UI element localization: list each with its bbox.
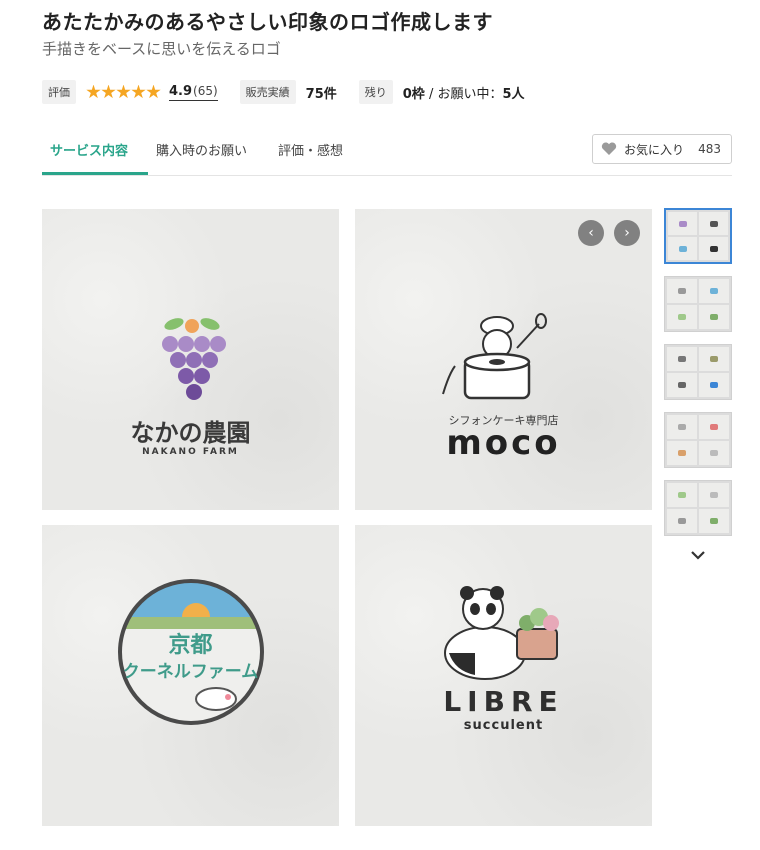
favorite-label: お気に入り [624,142,685,157]
star-icon [116,84,131,99]
remain-tag: 残り [358,80,393,104]
panda-logo [444,586,559,680]
heart-icon [601,142,617,156]
remain-slots: 0枠 [402,86,425,102]
remain-people: 5人 [502,86,525,102]
star-icon [86,84,101,99]
rating-count: (65) [193,83,218,98]
rating-stars [86,84,161,100]
sales-value: 75件 [305,86,337,102]
service-subtitle: 手描きをベースに思いを伝えるロゴ [42,40,281,58]
chevron-left-icon[interactable]: ‹ [578,220,604,246]
gallery-image-moco[interactable]: シフォンケーキ専門店 moco [355,209,652,510]
chevron-down-icon[interactable] [688,545,708,565]
rating-link[interactable]: 4.9 (65) [169,84,218,101]
rating-value: 4.9 [169,83,193,99]
thumbnail-5[interactable] [664,480,732,536]
thumbnail-4[interactable] [664,412,732,468]
star-icon [146,84,161,99]
favorite-count: 483 [698,142,721,156]
thumbnail-2[interactable] [664,276,732,332]
logo-text-en: moco [446,423,561,463]
tab-reviews[interactable]: 評価・感想 [278,140,343,159]
tab-service-content[interactable]: サービス内容 [50,140,128,159]
gallery-image-libre[interactable]: LIBRE succulent [355,525,652,826]
tab-purchase-request[interactable]: 購入時のお願い [156,140,247,159]
logo-text-en: NAKANO FARM [142,447,239,457]
logo-text-jp: 京都 [168,633,213,658]
sales-tag: 販売実績 [239,80,296,104]
logo-text-en: クーネルファーム [122,662,259,682]
favorite-button[interactable]: お気に入り 483 [592,134,732,164]
chevron-right-icon[interactable]: › [614,220,640,246]
thumbnail-1[interactable] [664,208,732,264]
gallery-image-kyoto[interactable]: 京都 クーネルファーム [42,525,339,826]
remain-rest: / お願い中： [424,86,503,102]
active-tab-indicator [42,172,148,175]
thumbnail-3[interactable] [664,344,732,400]
logo-text-en: LIBRE [443,685,564,718]
rating-tag: 評価 [42,80,76,104]
gallery-image-nakano-farm[interactable]: なかの農園 NAKANO FARM [42,209,339,510]
star-icon [131,84,146,99]
logo-text-jp: なかの農園 [130,419,251,447]
grape-logo [162,318,226,400]
service-meta: 評価 4.9 (65) 販売実績 75件 残り 0枠 / お願い中：5人 [42,80,525,104]
remain-value: 0枠 / お願い中：5人 [403,83,525,102]
star-icon [101,84,116,99]
service-title: あたたかみのあるやさしい印象のロゴ作成します [42,10,493,34]
logo-subtext-en: succulent [463,718,544,733]
cake-logo [442,313,547,400]
